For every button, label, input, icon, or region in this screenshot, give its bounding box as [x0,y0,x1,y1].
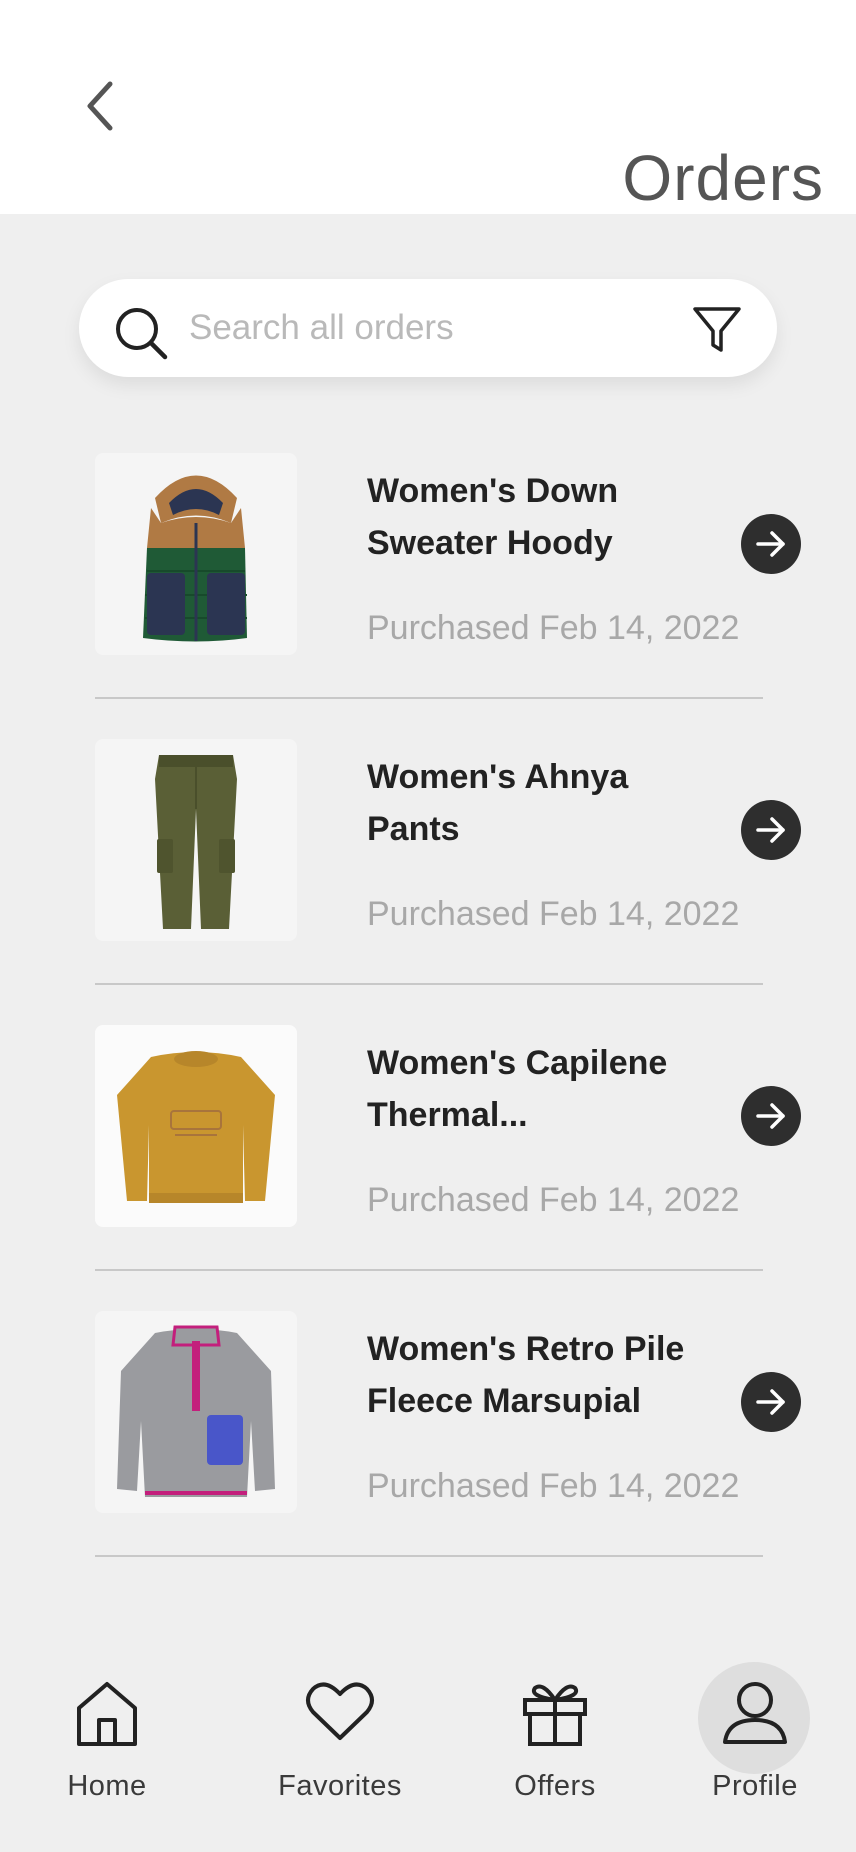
order-name: Women's Ahnya Pants [367,758,629,848]
divider [95,1269,763,1271]
order-date: Purchased Feb 14, 2022 [367,895,740,933]
arrow-right-icon [756,817,785,843]
heart-icon [306,1682,374,1740]
back-button[interactable] [78,78,128,134]
olive-pants-image [155,755,237,929]
order-thumbnail [95,739,297,941]
order-thumbnail [95,1311,297,1513]
divider [95,1555,763,1557]
order-name: Women's Retro Pile Fleece Marsupial [367,1330,685,1420]
header: Orders [0,0,856,214]
order-name: Women's Down Sweater Hoody [367,472,619,562]
nav-item-home[interactable]: Home [32,1640,182,1820]
order-date: Purchased Feb 14, 2022 [367,1181,740,1219]
order-arrow-button[interactable] [741,1372,801,1432]
user-icon [723,1682,787,1744]
divider [95,697,763,699]
page-title: Orders [622,142,824,214]
mustard-sweatshirt-image [117,1051,275,1203]
chevron-left-icon [87,81,113,131]
filter-icon[interactable] [691,305,743,355]
bottom-nav: Home Favorites Offers Profile [0,1640,856,1852]
nav-label: Profile [712,1770,798,1802]
arrow-right-icon [756,1389,785,1415]
nav-item-offers[interactable]: Offers [480,1640,630,1820]
gift-icon [523,1684,587,1746]
order-arrow-button[interactable] [741,1086,801,1146]
order-date: Purchased Feb 14, 2022 [367,1467,740,1505]
home-icon [77,1682,137,1746]
arrow-right-icon [756,1103,785,1129]
search-input[interactable] [189,303,659,353]
down-vest-image [143,475,247,642]
nav-label: Favorites [278,1770,402,1802]
search-icon [116,308,168,360]
order-arrow-button[interactable] [741,800,801,860]
order-name: Women's Capilene Thermal... [367,1044,668,1134]
order-date: Purchased Feb 14, 2022 [367,609,740,647]
search-bar[interactable] [79,279,777,377]
order-thumbnail [95,453,297,655]
grey-fleece-image [117,1325,275,1497]
nav-item-favorites[interactable]: Favorites [265,1640,415,1820]
nav-label: Offers [514,1770,596,1802]
nav-label: Home [67,1770,147,1802]
arrow-right-icon [756,531,785,557]
nav-item-profile[interactable]: Profile [680,1640,830,1820]
order-thumbnail [95,1025,297,1227]
order-arrow-button[interactable] [741,514,801,574]
divider [95,983,763,985]
